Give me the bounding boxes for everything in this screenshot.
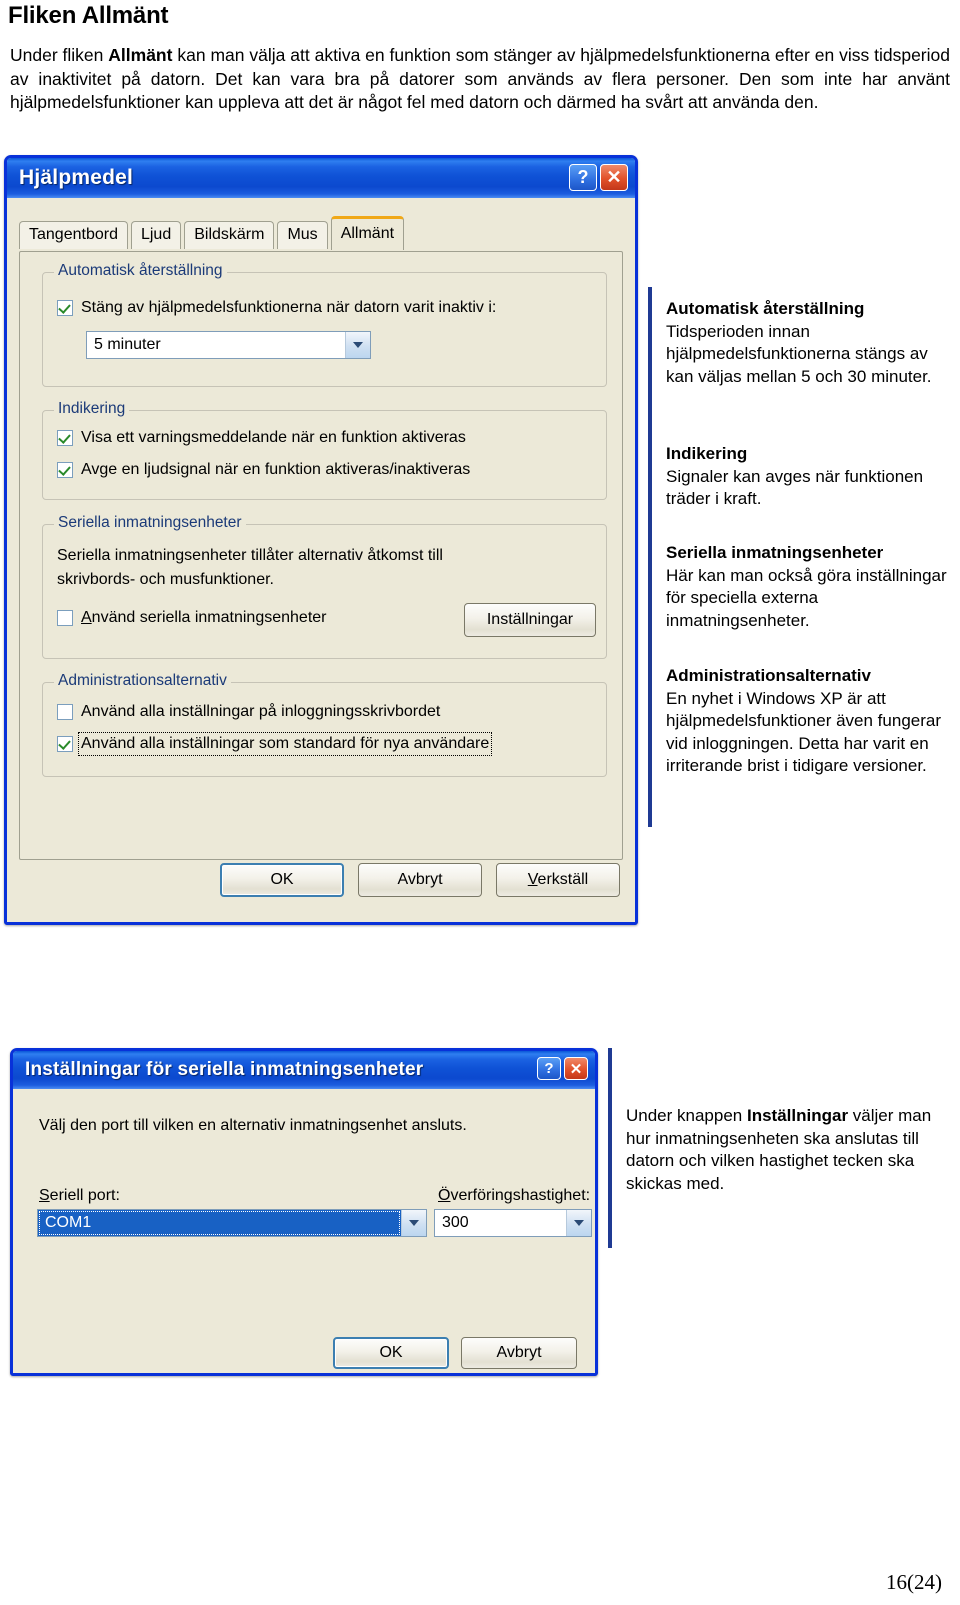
checkbox-anvand-seriella[interactable] [57,610,73,626]
tab-allmant[interactable]: Allmänt [330,216,405,250]
annotation-indikering-heading: Indikering [666,444,748,463]
group-indikering-title: Indikering [54,400,130,418]
tab-mus[interactable]: Mus [277,221,328,249]
tab-ljud[interactable]: Ljud [130,221,182,249]
checkbox-anvand-seriella-label: Använd seriella inmatningsenheter [81,609,327,626]
hjalpmedel-dialog: Hjälpmedel ? ✕ Tangentbord Ljud Bildskär… [4,155,638,925]
dialog1-tabstrip: Tangentbord Ljud Bildskärm Mus Allmänt [19,216,407,250]
timeout-combobox-value: 5 minuter [94,336,161,353]
checkbox-ljudsignal-label: Avge en ljudsignal när en funktion aktiv… [81,461,471,478]
checkbox-row-ljudsignal[interactable]: Avge en ljudsignal när en funktion aktiv… [57,461,470,479]
intro-paragraph: Under fliken Allmänt kan man välja att a… [10,44,950,115]
checkbox-standard-nya-anvandare-label: Använd alla inställningar som standard f… [77,732,493,756]
checkbox-row-stang-av[interactable]: Stäng av hjälpmedelsfunktionerna när dat… [57,299,496,317]
annotation-rule-bottom [608,1048,612,1248]
checkbox-ljudsignal[interactable] [57,462,73,478]
annotation-rule-top [648,287,652,827]
annotation-automatisk-aterstallning-heading: Automatisk återställning [666,299,865,318]
checkbox-row-anvand-seriella[interactable]: Använd seriella inmatningsenheter [57,609,326,627]
dialog1-ok-label: OK [270,871,294,888]
close-icon[interactable]: ✕ [600,164,628,191]
intro-text-before: Under fliken [10,45,109,65]
serial-description-line1: Seriella inmatningsenheter tillåter alte… [57,547,443,564]
annotation-installningar: Under knappen Inställningar väljer man h… [626,1105,948,1195]
annotation-administrationsalternativ-body: En nyhet i Windows XP är att hjälpmedels… [666,688,942,776]
chevron-down-icon[interactable] [345,332,370,358]
group-seriella-inmatningsenheter: Seriella inmatningsenheter Seriella inma… [42,514,607,659]
annotation-seriella-inmatningsenheter-heading: Seriella inmatningsenheter [666,543,884,562]
speed-combobox-value: 300 [442,1214,469,1231]
seriella-installningar-dialog: Inställningar för seriella inmatningsenh… [10,1048,598,1376]
intro-text-bold: Allmänt [108,45,173,65]
group-automatisk-aterstallning: Automatisk återställning Stäng av hjälpm… [42,262,607,387]
group-seriella-inmatningsenheter-title: Seriella inmatningsenheter [54,514,246,532]
dialog1-titlebar-buttons: ? ✕ [569,164,628,191]
dialog1-titlebar[interactable]: Hjälpmedel ? ✕ [7,158,635,198]
dialog2-title: Inställningar för seriella inmatningsenh… [25,1059,424,1080]
annotation-indikering: Indikering Signaler kan avges när funkti… [666,443,948,511]
port-combobox[interactable]: COM1 [37,1209,427,1237]
annotation-administrationsalternativ: Administrationsalternativ En nyhet i Win… [666,665,954,778]
tab-bildskarm[interactable]: Bildskärm [184,221,275,249]
checkbox-row-inloggningsskrivbordet[interactable]: Använd alla inställningar på inloggnings… [57,703,440,721]
annotation-administrationsalternativ-heading: Administrationsalternativ [666,666,871,685]
checkbox-row-standard-nya-anvandare[interactable]: Använd alla inställningar som standard f… [57,732,493,756]
checkbox-standard-nya-anvandare[interactable] [57,736,73,752]
dialog2-cancel-button[interactable]: Avbryt [461,1337,577,1369]
port-label-rest: eriell port: [49,1187,120,1204]
dialog1-cancel-label: Avbryt [397,871,443,888]
speed-label: Överföringshastighet: [438,1187,591,1204]
installningar-button[interactable]: Inställningar [464,603,596,637]
group-automatisk-aterstallning-title: Automatisk återställning [54,262,227,280]
annotation-installningar-bold: Inställningar [746,1106,849,1125]
group-administrationsalternativ-title: Administrationsalternativ [54,672,231,690]
serial-description-line2: skrivbords- och musfunktioner. [57,571,274,588]
annotation-seriella-inmatningsenheter: Seriella inmatningsenheter Här kan man o… [666,542,954,632]
dialog1-apply-label-rest: erkställ [537,871,589,888]
dialog1-cancel-button[interactable]: Avbryt [358,863,482,897]
page-number: 16(24) [886,1570,942,1594]
dialog1-tabpanel: Automatisk återställning Stäng av hjälpm… [19,251,623,860]
dialog1-title: Hjälpmedel [19,166,134,189]
dialog2-cancel-label: Avbryt [496,1344,542,1361]
dialog2-body: Välj den port till vilken en alternativ … [13,1089,595,1373]
annotation-installningar-before: Under knappen [626,1106,747,1125]
checkbox-stang-av[interactable] [57,300,73,316]
dialog1-apply-label: Verkställ [527,871,589,888]
annotation-automatisk-aterstallning-body: Tidsperioden innan hjälpmedelsfunktioner… [666,321,932,386]
speed-combobox[interactable]: 300 [434,1209,592,1237]
annotation-indikering-body: Signaler kan avges när funktionen träder… [666,466,924,509]
dialog1-ok-button[interactable]: OK [220,863,344,897]
help-icon[interactable]: ? [537,1057,561,1080]
annotation-seriella-inmatningsenheter-body: Här kan man också göra inställningar för… [666,565,947,630]
checkbox-row-varningsmeddelande[interactable]: Visa ett varningsmeddelande när en funkt… [57,429,466,447]
annotation-automatisk-aterstallning: Automatisk återställning Tidsperioden in… [666,298,948,388]
dialog2-titlebar-buttons: ? ✕ [537,1057,588,1080]
help-icon[interactable]: ? [569,164,597,191]
timeout-combobox[interactable]: 5 minuter [86,331,371,359]
speed-label-rest: verföringshastighet: [450,1187,591,1204]
dialog2-titlebar[interactable]: Inställningar för seriella inmatningsenh… [13,1051,595,1089]
page-title: Fliken Allmänt [8,2,169,29]
port-combobox-value: COM1 [38,1210,401,1236]
dialog2-description: Välj den port till vilken en alternativ … [39,1117,467,1134]
dialog1-apply-button[interactable]: Verkställ [496,863,620,897]
chevron-down-icon[interactable] [401,1210,426,1236]
dialog2-ok-button[interactable]: OK [333,1337,449,1369]
chevron-down-icon[interactable] [566,1210,591,1236]
checkbox-varningsmeddelande-label: Visa ett varningsmeddelande när en funkt… [81,429,466,446]
checkbox-varningsmeddelande[interactable] [57,430,73,446]
installningar-button-label: Inställningar [486,611,574,628]
checkbox-inloggningsskrivbordet[interactable] [57,704,73,720]
checkbox-stang-av-label: Stäng av hjälpmedelsfunktionerna när dat… [81,299,497,316]
checkbox-inloggningsskrivbordet-label: Använd alla inställningar på inloggnings… [81,703,441,720]
dialog2-ok-label: OK [379,1344,403,1361]
close-icon[interactable]: ✕ [564,1057,588,1080]
port-label: Seriell port: [39,1187,120,1204]
group-indikering: Indikering Visa ett varningsmeddelande n… [42,400,607,500]
checkbox-anvand-seriella-label-rest: nvänd seriella inmatningsenheter [91,609,327,626]
group-administrationsalternativ: Administrationsalternativ Använd alla in… [42,672,607,777]
tab-tangentbord[interactable]: Tangentbord [19,221,128,249]
